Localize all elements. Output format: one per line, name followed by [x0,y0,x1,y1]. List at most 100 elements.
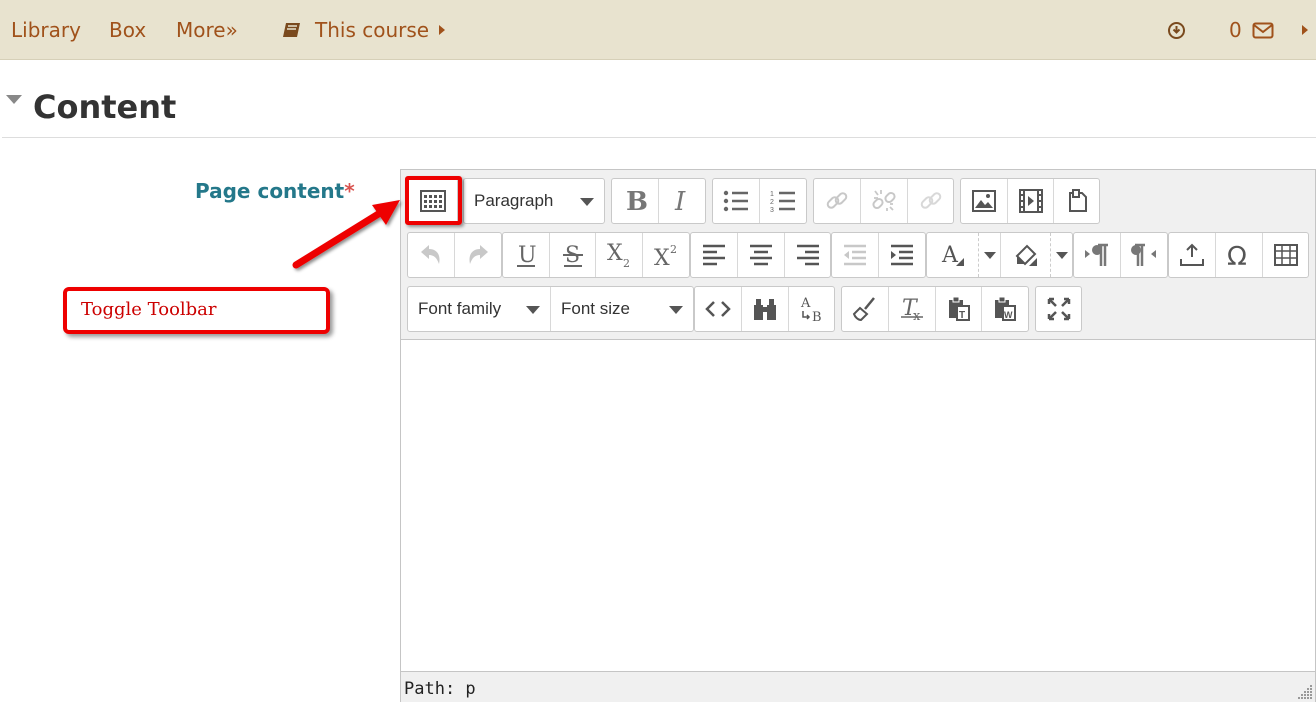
font-family-select[interactable]: Font family [408,287,551,331]
paste-text-icon: T [948,296,970,321]
align-right-icon [796,244,819,266]
indent-button[interactable] [879,233,925,277]
numbered-list-button[interactable]: 123 [760,179,806,223]
rich-text-editor: Paragraph B I 123 U S X 2 X 2 A Ω Font f… [400,169,1316,702]
svg-text:W: W [1004,310,1013,320]
text-style-group: U S X2 X2 [502,232,690,278]
strikethrough-button[interactable]: S [550,233,596,277]
section-title: Content [33,88,177,126]
clean-group: Tx T W [841,286,1029,332]
align-left-button[interactable] [691,233,738,277]
superscript-button[interactable]: X2 [643,233,689,277]
clean-button[interactable] [842,287,889,331]
indent-group [831,232,926,278]
style-group: B I [611,178,706,224]
color-group: A [926,232,1073,278]
nav-this-course-menu[interactable]: This course [315,18,446,42]
align-group [690,232,831,278]
font-size-select[interactable]: Font size [551,287,693,331]
file-manager-button[interactable] [1054,179,1099,223]
anchor-button[interactable] [908,179,953,223]
extra-group: Ω [1168,232,1309,278]
background-color-button[interactable] [1000,233,1050,277]
background-color-dropdown[interactable] [1050,233,1072,277]
resize-grip-icon[interactable] [1297,684,1313,700]
align-right-button[interactable] [785,233,830,277]
paste-word-icon: W [995,296,1016,321]
bold-button[interactable]: B [612,179,659,223]
svg-text:U: U [518,243,537,268]
search-replace-icon [754,299,776,320]
text-color-dropdown[interactable] [978,233,1000,277]
rtl-icon [1131,243,1156,266]
dropdown-arrow-icon [526,306,540,314]
annotation-arrow-icon [292,200,400,269]
strikethrough-icon: S [562,243,583,268]
fullscreen-group [1035,286,1082,332]
code-button[interactable] [695,287,742,331]
text-color-button[interactable]: A [927,233,978,277]
nav-this-course-label: This course [315,18,430,42]
background-color-icon [1015,244,1037,266]
spellcheck-button[interactable]: AB [789,287,834,331]
svg-text:A: A [800,296,811,311]
envelope-icon[interactable] [1252,22,1274,39]
italic-button[interactable]: I [659,179,705,223]
download-circle-icon[interactable] [1167,21,1186,40]
unlink-icon [872,190,896,211]
svg-text:X: X [654,246,670,269]
link-button[interactable] [814,179,861,223]
text-color-icon: A [941,243,964,268]
paste-text-button[interactable]: T [936,287,982,331]
upload-button[interactable] [1169,233,1216,277]
book-icon [283,23,300,37]
numbered-list-icon: 123 [770,191,795,213]
subscript-icon: X2 [607,241,630,269]
nav-box-link[interactable]: Box [109,18,146,42]
outdent-icon [844,244,866,266]
clear-format-button[interactable]: Tx [889,287,936,331]
paste-word-button[interactable]: W [982,287,1028,331]
redo-button[interactable] [455,233,501,277]
section-divider [2,137,1316,138]
font-family-value: Font family [418,299,502,318]
message-count[interactable]: 0 [1229,18,1242,42]
file-manager-icon [1068,189,1087,212]
search-replace-button[interactable] [742,287,789,331]
ltr-button[interactable] [1074,233,1121,277]
outdent-button[interactable] [832,233,879,277]
nav-more-link[interactable]: More» [176,18,238,42]
table-button[interactable] [1263,233,1308,277]
collapse-caret-icon[interactable] [6,95,22,104]
user-menu-caret-icon[interactable] [1302,25,1308,35]
dropdown-arrow-icon [1055,251,1068,259]
svg-text:Ω: Ω [1227,242,1247,268]
upload-icon [1180,243,1204,266]
svg-text:3: 3 [770,207,774,213]
svg-text:X: X [607,241,623,266]
bullet-list-button[interactable] [713,179,760,223]
italic-icon: I [674,187,686,215]
subscript-button[interactable]: X2 [596,233,643,277]
block-format-select[interactable]: Paragraph [464,179,604,223]
fullscreen-button[interactable] [1036,287,1081,331]
svg-text:B: B [626,187,647,215]
align-center-button[interactable] [738,233,785,277]
underline-button[interactable]: U [503,233,550,277]
media-button[interactable] [1008,179,1054,223]
list-group: 123 [712,178,807,224]
highlight-box [405,176,462,225]
insert-group [960,178,1100,224]
svg-text:2: 2 [670,243,677,256]
redo-icon [469,245,488,264]
top-navbar: Library Box More» This course 0 [0,0,1316,60]
annotation-label: Toggle Toolbar [81,299,217,320]
special-char-button[interactable]: Ω [1216,233,1263,277]
image-button[interactable] [961,179,1008,223]
dropdown-arrow-icon [669,306,683,314]
undo-button[interactable] [408,233,455,277]
rtl-button[interactable] [1121,233,1167,277]
unlink-button[interactable] [861,179,908,223]
editor-content-area[interactable] [401,341,1315,671]
nav-library-link[interactable]: Library [11,18,81,42]
